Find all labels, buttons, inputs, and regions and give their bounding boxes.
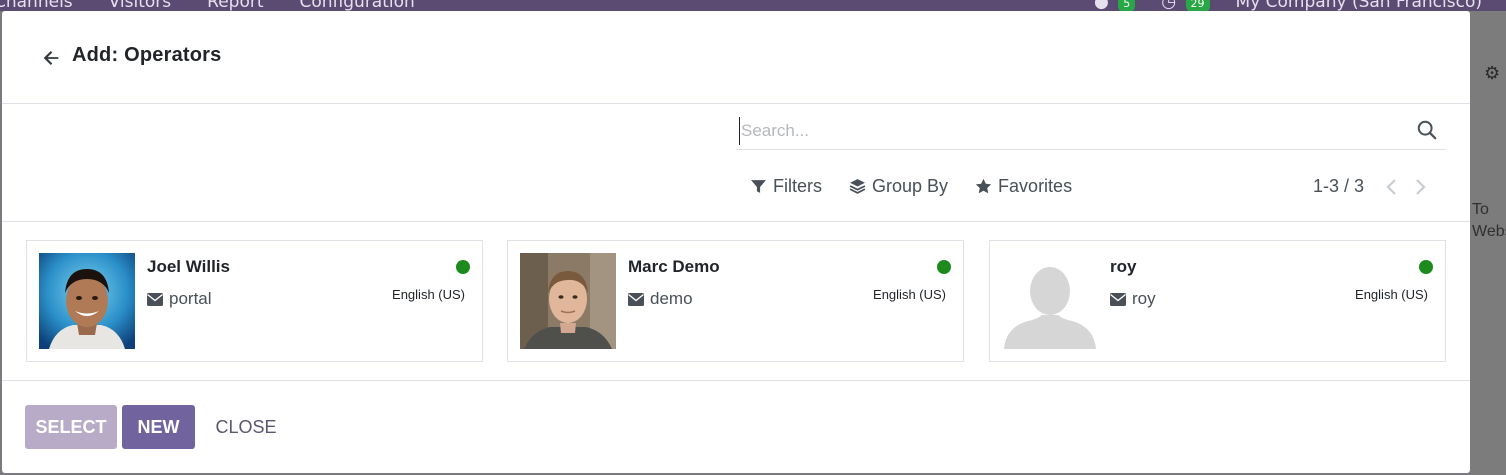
clock-icon: ◷ 29 <box>1161 0 1210 11</box>
back-arrow-icon[interactable] <box>40 47 62 69</box>
star-icon <box>975 178 992 194</box>
background-side-panel: ⚙ To Websit <box>1470 11 1506 475</box>
operator-name: roy <box>1110 257 1137 276</box>
side-text-line-2: Websit <box>1472 223 1506 240</box>
operator-card-joel[interactable]: Joel Willis portal English (US) <box>26 240 483 362</box>
select-button[interactable]: SELECT <box>25 405 117 449</box>
filter-icon <box>751 180 766 193</box>
menu-item-visitors: Visitors <box>108 0 172 11</box>
operator-language: English (US) <box>1355 287 1428 302</box>
filters-button[interactable]: Filters <box>750 176 822 197</box>
online-status-dot <box>937 260 951 274</box>
envelope-icon <box>1110 292 1126 306</box>
operator-login: demo <box>628 289 693 309</box>
new-button[interactable]: NEW <box>122 405 195 449</box>
operator-card-roy[interactable]: roy roy English (US) <box>989 240 1446 362</box>
filters-label: Filters <box>773 176 822 196</box>
menu-item-configuration: Configuration <box>299 0 415 11</box>
pager: 1-3 / 3 <box>1313 176 1428 197</box>
operator-login-text: demo <box>650 289 693 308</box>
chat-icon: ● 5 <box>1094 0 1136 11</box>
divider-top <box>2 221 1470 222</box>
search-input[interactable] <box>739 117 1399 145</box>
operator-login: roy <box>1110 289 1156 309</box>
menu-item-channels: Channels <box>0 0 73 11</box>
pager-nav <box>1384 178 1428 196</box>
operator-language: English (US) <box>873 287 946 302</box>
menu-item-report: Report <box>207 0 264 11</box>
operator-login-text: portal <box>169 289 212 308</box>
online-status-dot <box>456 260 470 274</box>
layers-icon <box>849 179 866 194</box>
operator-card-marc[interactable]: Marc Demo demo English (US) <box>507 240 964 362</box>
chat-count-badge: 5 <box>1118 0 1136 11</box>
search-icon[interactable] <box>1416 119 1438 141</box>
dialog-title: Add: Operators <box>72 44 222 66</box>
envelope-icon <box>147 292 163 306</box>
favorites-label: Favorites <box>998 176 1073 196</box>
operator-login: portal <box>147 289 212 309</box>
operator-language: English (US) <box>392 287 465 302</box>
operator-kanban: Joel Willis portal English (US) Marc Dem… <box>26 240 1446 362</box>
group-by-label: Group By <box>872 176 949 196</box>
operator-name: Marc Demo <box>628 257 720 276</box>
gear-icon: ⚙ <box>1484 63 1501 84</box>
avatar <box>520 253 616 349</box>
background-topbar: Channels Visitors Report Configuration ●… <box>0 0 1506 11</box>
operator-name: Joel Willis <box>147 257 230 276</box>
background-menu: Channels Visitors Report Configuration <box>0 0 415 11</box>
operator-login-text: roy <box>1132 289 1156 308</box>
background-systray: ● 5 ◷ 29 My Company (San Francisco) <box>1094 0 1482 11</box>
chevron-right-icon[interactable] <box>1412 178 1428 196</box>
add-operators-dialog: Add: Operators Filters Group By Favorite… <box>2 11 1470 473</box>
favorites-button[interactable]: Favorites <box>975 176 1072 197</box>
online-status-dot <box>1419 260 1433 274</box>
group-by-button[interactable]: Group By <box>849 176 948 197</box>
envelope-icon <box>628 292 644 306</box>
avatar <box>39 253 135 349</box>
divider-bottom <box>2 380 1470 381</box>
side-text-line-1: To <box>1472 201 1489 218</box>
close-button[interactable]: CLOSE <box>206 405 286 449</box>
chevron-left-icon[interactable] <box>1384 178 1400 196</box>
pager-value[interactable]: 1-3 / 3 <box>1313 176 1364 197</box>
activity-count-badge: 29 <box>1185 0 1210 11</box>
search-options: Filters Group By Favorites <box>750 176 1072 197</box>
background-side-text: To Websit <box>1472 199 1506 243</box>
search-bar <box>736 113 1446 150</box>
avatar-placeholder <box>1002 253 1098 349</box>
company-name: My Company (San Francisco) <box>1235 0 1482 11</box>
dialog-header: Add: Operators <box>2 11 1470 104</box>
